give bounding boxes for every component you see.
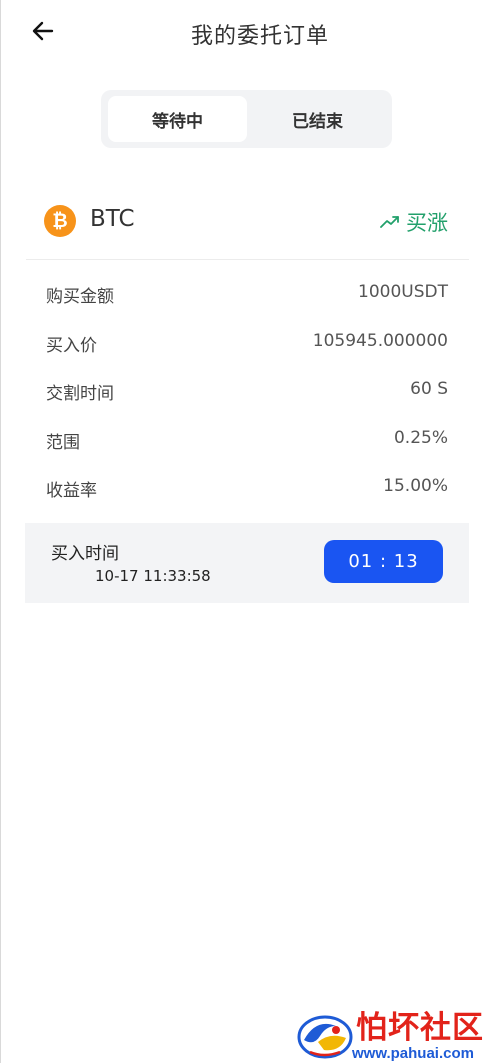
- order-details: 购买金额 1000USDT 买入价 105945.000000 交割时间 60 …: [46, 270, 448, 513]
- order-coin-row: ₿ BTC 买涨: [26, 195, 469, 247]
- trending-up-icon: [380, 216, 399, 228]
- tab-pending[interactable]: 等待中: [108, 96, 247, 142]
- direction-badge: 买涨: [380, 207, 448, 237]
- header: 我的委托订单: [0, 0, 491, 68]
- buy-time-value: 10-17 11:33:58: [95, 567, 211, 585]
- buy-time-panel: 买入时间 10-17 11:33:58 01 : 13: [25, 523, 469, 603]
- detail-value: 15.00%: [383, 476, 448, 496]
- detail-row-yield: 收益率 15.00%: [46, 464, 448, 513]
- buy-time-label: 买入时间: [51, 544, 119, 564]
- detail-row-range: 范围 0.25%: [46, 416, 448, 465]
- detail-value: 1000USDT: [358, 282, 448, 302]
- bitcoin-icon: ₿: [44, 205, 76, 237]
- divider: [26, 259, 469, 260]
- countdown-button[interactable]: 01 : 13: [324, 540, 443, 583]
- detail-label: 购买金额: [46, 287, 114, 307]
- page-left-border: [0, 0, 1, 1063]
- page-title: 我的委托订单: [190, 24, 329, 49]
- watermark-title: 怕坏社区: [356, 1010, 484, 1046]
- detail-label: 收益率: [46, 481, 97, 501]
- order-status-tabs: 等待中 已结束: [101, 90, 392, 148]
- direction-label: 买涨: [406, 211, 448, 235]
- detail-value: 60 S: [410, 379, 448, 399]
- watermark-url: www.pahuai.com: [352, 1045, 474, 1062]
- detail-value: 0.25%: [393, 427, 448, 448]
- detail-label: 交割时间: [46, 384, 114, 404]
- watermark: 怕坏社区 www.pahuai.com: [296, 1010, 486, 1062]
- detail-row-settle-time: 交割时间 60 S: [46, 367, 448, 416]
- coin-symbol: BTC: [90, 206, 135, 232]
- detail-label: 范围: [46, 432, 80, 453]
- detail-label: 买入价: [46, 335, 97, 356]
- detail-row-amount: 购买金额 1000USDT: [46, 270, 448, 319]
- tab-finished[interactable]: 已结束: [248, 96, 387, 142]
- watermark-logo-icon: [297, 1015, 353, 1059]
- detail-row-buy-price: 买入价 105945.000000: [46, 319, 448, 368]
- detail-value: 105945.000000: [312, 330, 448, 351]
